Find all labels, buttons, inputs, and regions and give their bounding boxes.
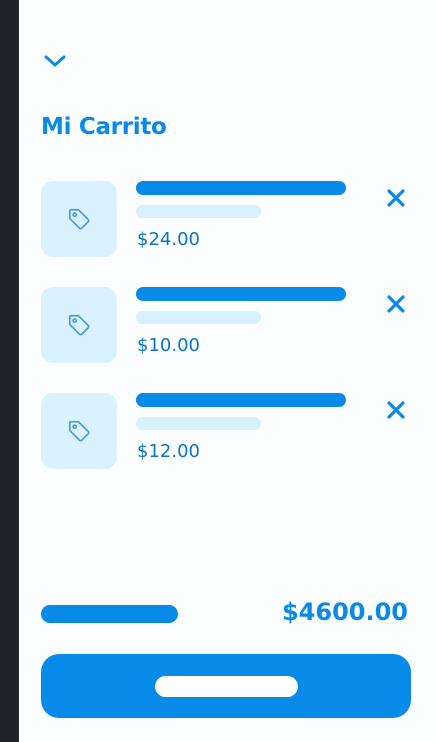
item-detail-placeholder [136,417,261,430]
tag-icon [68,208,90,230]
item-price: $24.00 [137,229,200,250]
tag-icon [68,420,90,442]
item-name-placeholder [136,181,346,195]
cart-item: $12.00 [41,393,416,473]
checkout-label-placeholder [155,676,298,697]
product-thumbnail [41,393,117,469]
close-icon[interactable] [385,293,407,315]
close-icon[interactable] [385,399,407,421]
item-detail-placeholder [136,205,261,218]
page-title: Mi Carrito [41,114,167,140]
chevron-down-icon[interactable] [42,50,68,72]
cart-panel: Mi Carrito $24.00 $10.00 $12.00 $4600.00 [18,0,435,742]
tag-icon [68,314,90,336]
item-name-placeholder [136,287,346,301]
item-price: $10.00 [137,335,200,356]
cart-item: $10.00 [41,287,416,367]
cart-item: $24.00 [41,181,416,261]
close-icon[interactable] [385,187,407,209]
item-price: $12.00 [137,441,200,462]
product-thumbnail [41,287,117,363]
product-thumbnail [41,181,117,257]
checkout-button[interactable] [41,654,411,718]
item-name-placeholder [136,393,346,407]
total-label-placeholder [41,605,178,623]
item-detail-placeholder [136,311,261,324]
cart-total: $4600.00 [281,598,408,626]
